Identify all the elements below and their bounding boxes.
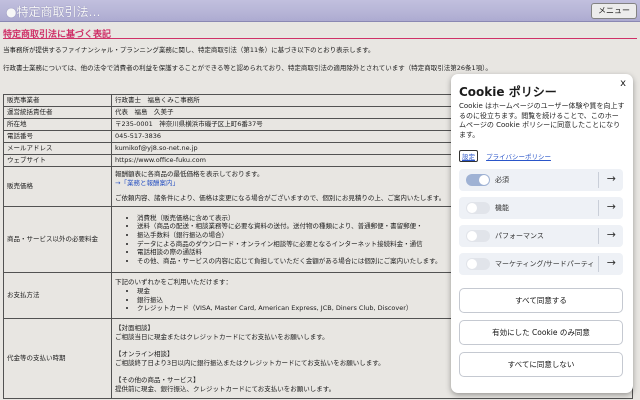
toggle-switch[interactable] — [466, 258, 490, 270]
toggle-knob — [467, 203, 477, 213]
privacy-policy-link[interactable]: プライバシーポリシー — [486, 153, 551, 161]
toggle-switch[interactable] — [466, 230, 490, 242]
cookie-category-functional[interactable]: 機能 → — [459, 197, 623, 219]
toggle-switch[interactable] — [466, 202, 490, 214]
category-label: マーケティング/サードパーティ — [495, 260, 595, 268]
arrow-right-icon[interactable]: → — [607, 172, 616, 185]
close-icon[interactable]: x — [620, 78, 626, 89]
category-divider — [598, 172, 599, 188]
cookie-category-required[interactable]: 必須 → — [459, 169, 623, 191]
cookie-panel-description: Cookie はホームページのユーザー体験や質を向上するのに役立ちます。閲覧を続… — [459, 102, 625, 139]
accept-all-button[interactable]: すべて同意する — [459, 288, 623, 313]
category-divider — [598, 228, 599, 244]
cookie-category-performance[interactable]: パフォーマンス → — [459, 225, 623, 247]
cookie-panel-title: Cookie ポリシー — [459, 85, 557, 99]
arrow-right-icon[interactable]: → — [607, 200, 616, 213]
toggle-knob — [467, 231, 477, 241]
arrow-right-icon[interactable]: → — [607, 228, 616, 241]
category-label: 機能 — [495, 204, 509, 212]
toggle-switch[interactable] — [466, 174, 490, 186]
category-divider — [598, 256, 599, 272]
cookie-policy-panel: x Cookie ポリシー Cookie はホームページのユーザー体験や質を向上… — [451, 74, 633, 393]
category-divider — [598, 200, 599, 216]
category-label: 必須 — [495, 176, 509, 184]
arrow-right-icon[interactable]: → — [607, 256, 616, 269]
settings-link[interactable]: 設定 — [459, 150, 478, 162]
cookie-category-marketing[interactable]: マーケティング/サードパーティ → — [459, 253, 623, 275]
cookie-panel-links: 設定 プライバシーポリシー — [459, 150, 551, 162]
toggle-knob — [479, 175, 489, 185]
toggle-knob — [467, 259, 477, 269]
accept-selected-button[interactable]: 有効にした Cookie のみ同意 — [459, 320, 623, 345]
category-label: パフォーマンス — [495, 232, 544, 240]
reject-all-button[interactable]: すべてに同意しない — [459, 352, 623, 377]
